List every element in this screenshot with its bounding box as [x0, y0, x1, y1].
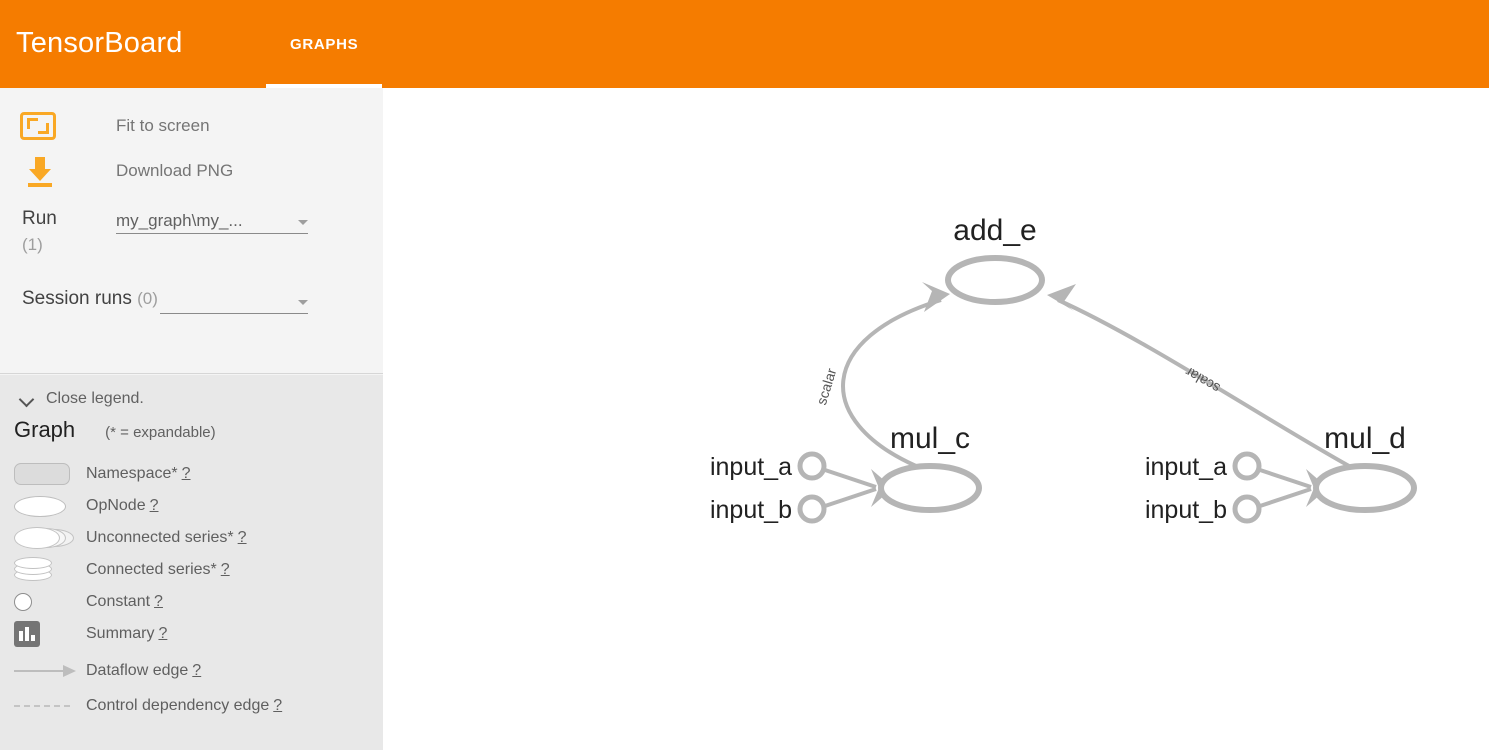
close-legend-label: Close legend. — [46, 390, 144, 407]
graph-svg: add_e mul_c mul_d input_a input_b input_… — [710, 214, 1417, 524]
sidebar: Fit to screen Download PNG Run (1) my_gr… — [0, 88, 383, 750]
node-label-d_input_a: input_a — [1145, 453, 1227, 481]
edge-d_input_a-to-mul_d — [1259, 468, 1312, 489]
legend-subtitle: (* = expandable) — [105, 424, 216, 441]
sidebar-controls-section: Fit to screen Download PNG Run (1) my_gr… — [0, 88, 383, 374]
help-link-summary[interactable]: ? — [158, 625, 167, 642]
session-runs-select[interactable] — [160, 286, 308, 314]
node-c_input_b[interactable] — [797, 494, 827, 524]
app-title: TensorBoard — [16, 27, 183, 59]
legend-label-unconnected-series-text: Unconnected series* — [86, 529, 234, 546]
legend-panel: Close legend. Graph (* = expandable) Nam… — [0, 375, 383, 750]
node-label-d_input_b: input_b — [1145, 496, 1227, 524]
node-mul_c[interactable] — [878, 463, 982, 513]
legend-label-summary-text: Summary — [86, 625, 155, 642]
run-select-value: my_graph\my_... — [116, 211, 243, 230]
session-runs-count: (0) — [137, 289, 158, 308]
legend-item-connected-series: Connected series*? — [0, 554, 383, 586]
summary-symbol — [0, 621, 86, 647]
edge-label-mul_d-add_e: scalar — [1182, 364, 1223, 397]
run-select[interactable]: my_graph\my_... — [116, 206, 308, 234]
legend-item-unconnected-series: Unconnected series*? — [0, 522, 383, 554]
connected-series-symbol — [0, 557, 86, 583]
legend-item-dataflow-edge: Dataflow edge? — [0, 655, 383, 687]
node-d_input_a[interactable] — [1232, 451, 1262, 481]
chevron-down-icon — [20, 392, 34, 406]
tab-bar: GRAPHS — [266, 0, 383, 88]
download-png-button[interactable]: Download PNG — [20, 151, 233, 191]
tensorboard-app: TensorBoard GRAPHS Fit to screen Downloa… — [0, 0, 1489, 750]
legend-label-namespace: Namespace*? — [86, 465, 191, 483]
help-link-control-dependency-edge[interactable]: ? — [273, 697, 282, 714]
help-link-dataflow-edge[interactable]: ? — [192, 662, 201, 679]
top-bar: TensorBoard GRAPHS — [0, 0, 1489, 88]
session-runs-label: Session runs (0) — [22, 286, 162, 312]
chevron-down-icon — [298, 220, 308, 225]
node-label-mul_d: mul_d — [1324, 422, 1406, 455]
close-legend-button[interactable]: Close legend. — [20, 390, 144, 408]
legend-label-control-dependency-edge-text: Control dependency edge — [86, 697, 270, 714]
legend-item-constant: Constant? — [0, 586, 383, 618]
legend-label-dataflow-edge-text: Dataflow edge — [86, 662, 189, 679]
control-dependency-symbol — [0, 705, 86, 707]
legend-item-control-dependency-edge: Control dependency edge? — [0, 690, 383, 722]
node-label-mul_c: mul_c — [890, 422, 970, 455]
legend-label-connected-series-text: Connected series* — [86, 561, 217, 578]
chevron-down-icon — [298, 300, 308, 305]
help-link-namespace[interactable]: ? — [182, 465, 191, 482]
node-label-c_input_a: input_a — [710, 453, 792, 481]
run-count: (1) — [22, 235, 43, 254]
session-runs-label-text: Session runs — [22, 288, 132, 309]
download-png-label: Download PNG — [116, 161, 234, 180]
legend-label-dataflow-edge: Dataflow edge? — [86, 662, 201, 680]
help-link-opnode[interactable]: ? — [150, 497, 159, 514]
opnode-symbol — [0, 495, 86, 517]
tab-graphs-label: GRAPHS — [290, 35, 359, 53]
node-label-c_input_b: input_b — [710, 496, 792, 524]
help-link-unconnected-series[interactable]: ? — [238, 529, 247, 546]
arrowhead-mul_c-to-add_e — [922, 282, 950, 312]
dataflow-edge-symbol — [0, 665, 86, 677]
constant-symbol — [0, 593, 86, 611]
fit-to-screen-icon — [18, 106, 58, 146]
edge-d_input_b-to-mul_d — [1259, 487, 1312, 508]
legend-item-opnode: OpNode? — [0, 490, 383, 522]
legend-label-constant-text: Constant — [86, 593, 151, 610]
unconnected-series-symbol — [0, 527, 86, 549]
fit-to-screen-label: Fit to screen — [116, 116, 210, 135]
legend-label-connected-series: Connected series*? — [86, 561, 230, 579]
legend-label-constant: Constant? — [86, 593, 163, 611]
node-d_input_b[interactable] — [1232, 494, 1262, 524]
legend-label-control-dependency-edge: Control dependency edge? — [86, 697, 282, 715]
tab-graphs[interactable]: GRAPHS — [266, 0, 383, 88]
legend-item-summary: Summary? — [0, 618, 383, 650]
legend-label-namespace-text: Namespace* — [86, 465, 178, 482]
namespace-symbol — [0, 463, 86, 485]
legend-label-opnode-text: OpNode — [86, 497, 146, 514]
edge-c_input_a-to-mul_c — [824, 468, 877, 489]
legend-header: Graph (* = expandable) — [14, 417, 216, 443]
node-c_input_a[interactable] — [797, 451, 827, 481]
node-add_e[interactable] — [945, 255, 1045, 305]
fit-to-screen-button[interactable]: Fit to screen — [18, 106, 210, 146]
run-label-text: Run — [22, 208, 57, 229]
node-mul_d[interactable] — [1313, 463, 1417, 513]
edge-label-mul_c-add_e: scalar — [813, 366, 839, 407]
legend-item-namespace: Namespace*? — [0, 458, 383, 490]
help-link-constant[interactable]: ? — [154, 593, 163, 610]
legend-label-opnode: OpNode? — [86, 497, 159, 515]
legend-title: Graph — [14, 417, 76, 442]
node-label-add_e: add_e — [953, 214, 1036, 247]
run-label: Run (1) — [22, 206, 110, 258]
help-link-connected-series[interactable]: ? — [221, 561, 230, 578]
download-png-icon — [20, 151, 60, 191]
edge-c_input_b-to-mul_c — [824, 487, 877, 508]
legend-label-summary: Summary? — [86, 625, 167, 643]
legend-label-unconnected-series: Unconnected series*? — [86, 529, 247, 547]
graph-canvas[interactable]: add_e mul_c mul_d input_a input_b input_… — [383, 88, 1489, 750]
